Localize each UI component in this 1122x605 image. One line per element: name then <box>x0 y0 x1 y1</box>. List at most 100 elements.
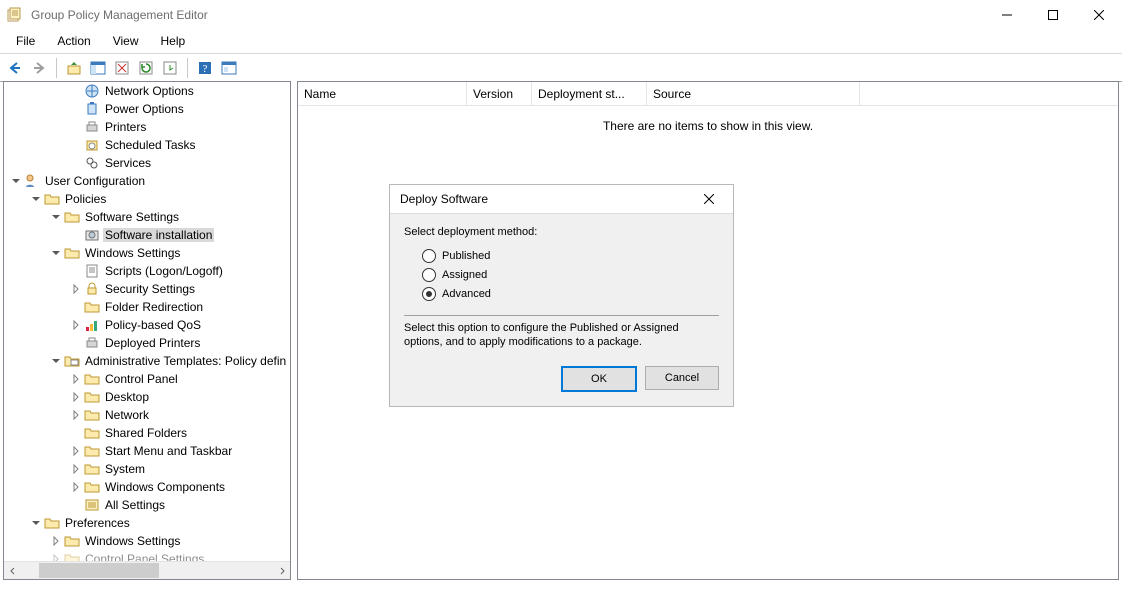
scroll-right-button[interactable] <box>273 562 290 579</box>
expand-icon[interactable] <box>48 536 64 546</box>
dialog-titlebar: Deploy Software <box>390 185 733 214</box>
dialog-close-button[interactable] <box>695 194 723 204</box>
network-options-icon <box>84 83 100 99</box>
expand-icon[interactable] <box>68 464 84 474</box>
expand-icon[interactable] <box>28 194 44 204</box>
menu-view[interactable]: View <box>103 32 149 50</box>
tree-item-start-menu[interactable]: Start Menu and Taskbar <box>4 442 290 460</box>
expand-icon[interactable] <box>68 482 84 492</box>
services-icon <box>84 155 100 171</box>
minimize-button[interactable] <box>984 0 1030 30</box>
tree-item-system[interactable]: System <box>4 460 290 478</box>
maximize-button[interactable] <box>1030 0 1076 30</box>
tree-item-preferences[interactable]: Preferences <box>4 514 290 532</box>
expand-icon[interactable] <box>68 446 84 456</box>
col-deployment-state[interactable]: Deployment st... <box>532 82 647 105</box>
tree-item-security-settings[interactable]: Security Settings <box>4 280 290 298</box>
menu-file[interactable]: File <box>6 32 45 50</box>
menu-action[interactable]: Action <box>47 32 100 50</box>
tree-item-scripts[interactable]: Scripts (Logon/Logoff) <box>4 262 290 280</box>
tree-item-admin-templates[interactable]: Administrative Templates: Policy defin <box>4 352 290 370</box>
tree-item-network-options[interactable]: Network Options <box>4 82 290 100</box>
list-header: Name Version Deployment st... Source <box>298 82 1118 106</box>
tree-pane: Network Options Power Options Printers S… <box>3 81 291 580</box>
tree-item-scheduled-tasks[interactable]: Scheduled Tasks <box>4 136 290 154</box>
tree-item-deployed-printers[interactable]: Deployed Printers <box>4 334 290 352</box>
radio-icon <box>422 268 436 282</box>
expand-icon[interactable] <box>48 248 64 258</box>
scroll-left-button[interactable] <box>4 562 21 579</box>
close-button[interactable] <box>1076 0 1122 30</box>
radio-published[interactable]: Published <box>422 249 719 263</box>
tree-item-qos[interactable]: Policy-based QoS <box>4 316 290 334</box>
tree-item-user-configuration[interactable]: User Configuration <box>4 172 290 190</box>
expand-icon[interactable] <box>48 356 64 366</box>
up-button[interactable] <box>63 57 85 79</box>
radio-advanced[interactable]: Advanced <box>422 287 719 301</box>
tree-item-services[interactable]: Services <box>4 154 290 172</box>
expand-icon[interactable] <box>8 176 24 186</box>
folder-icon <box>84 389 100 405</box>
tree-item-folder-redirection[interactable]: Folder Redirection <box>4 298 290 316</box>
expand-icon[interactable] <box>48 212 64 222</box>
software-install-icon <box>84 227 100 243</box>
dialog-prompt: Select deployment method: <box>404 226 719 238</box>
tree-item-desktop[interactable]: Desktop <box>4 388 290 406</box>
delete-button[interactable] <box>111 57 133 79</box>
expand-icon[interactable] <box>68 410 84 420</box>
scroll-thumb[interactable] <box>39 563 159 578</box>
tree-item-printers[interactable]: Printers <box>4 118 290 136</box>
cancel-button[interactable]: Cancel <box>645 366 719 390</box>
tree-horizontal-scrollbar[interactable] <box>4 561 290 579</box>
show-hide-tree-button[interactable] <box>87 57 109 79</box>
expand-icon[interactable] <box>68 374 84 384</box>
expand-icon[interactable] <box>68 284 84 294</box>
expand-icon[interactable] <box>28 518 44 528</box>
tree-item-shared-folders[interactable]: Shared Folders <box>4 424 290 442</box>
deploy-software-dialog: Deploy Software Select deployment method… <box>389 184 734 407</box>
dialog-body: Select deployment method: Published Assi… <box>390 214 733 406</box>
security-icon <box>84 281 100 297</box>
properties-button[interactable] <box>218 57 240 79</box>
app-window: Group Policy Management Editor File Acti… <box>0 0 1122 605</box>
help-button[interactable]: ? <box>194 57 216 79</box>
tree-item-software-settings[interactable]: Software Settings <box>4 208 290 226</box>
folder-icon <box>44 191 60 207</box>
tree-item-all-settings[interactable]: All Settings <box>4 496 290 514</box>
tree-item-policies[interactable]: Policies <box>4 190 290 208</box>
col-name[interactable]: Name <box>298 82 467 105</box>
toolbar-separator <box>56 58 57 78</box>
forward-button[interactable] <box>28 57 50 79</box>
radio-assigned[interactable]: Assigned <box>422 268 719 282</box>
empty-message: There are no items to show in this view. <box>298 105 1118 133</box>
dialog-title: Deploy Software <box>400 192 488 206</box>
expand-icon[interactable] <box>68 320 84 330</box>
tree[interactable]: Network Options Power Options Printers S… <box>4 82 290 562</box>
expand-icon[interactable] <box>68 392 84 402</box>
refresh-button[interactable] <box>135 57 157 79</box>
folder-icon <box>84 407 100 423</box>
folder-icon <box>44 515 60 531</box>
col-source[interactable]: Source <box>647 82 860 105</box>
back-button[interactable] <box>4 57 26 79</box>
menu-help[interactable]: Help <box>151 32 196 50</box>
deployment-method-group: Published Assigned Advanced <box>404 238 719 312</box>
tree-item-power-options[interactable]: Power Options <box>4 100 290 118</box>
tree-item-windows-components[interactable]: Windows Components <box>4 478 290 496</box>
admin-templates-icon <box>64 353 80 369</box>
scroll-track[interactable] <box>21 562 273 579</box>
window-title: Group Policy Management Editor <box>31 8 208 22</box>
tree-item-software-installation[interactable]: Software installation <box>4 226 290 244</box>
scheduled-tasks-icon <box>84 137 100 153</box>
folder-icon <box>84 461 100 477</box>
tree-item-pref-windows-settings[interactable]: Windows Settings <box>4 532 290 550</box>
tree-item-windows-settings[interactable]: Windows Settings <box>4 244 290 262</box>
ok-button[interactable]: OK <box>561 366 637 392</box>
col-version[interactable]: Version <box>467 82 532 105</box>
radio-icon <box>422 249 436 263</box>
dialog-buttons: OK Cancel <box>404 350 719 392</box>
export-button[interactable] <box>159 57 181 79</box>
tree-item-network[interactable]: Network <box>4 406 290 424</box>
tree-item-control-panel[interactable]: Control Panel <box>4 370 290 388</box>
folder-icon <box>84 299 100 315</box>
